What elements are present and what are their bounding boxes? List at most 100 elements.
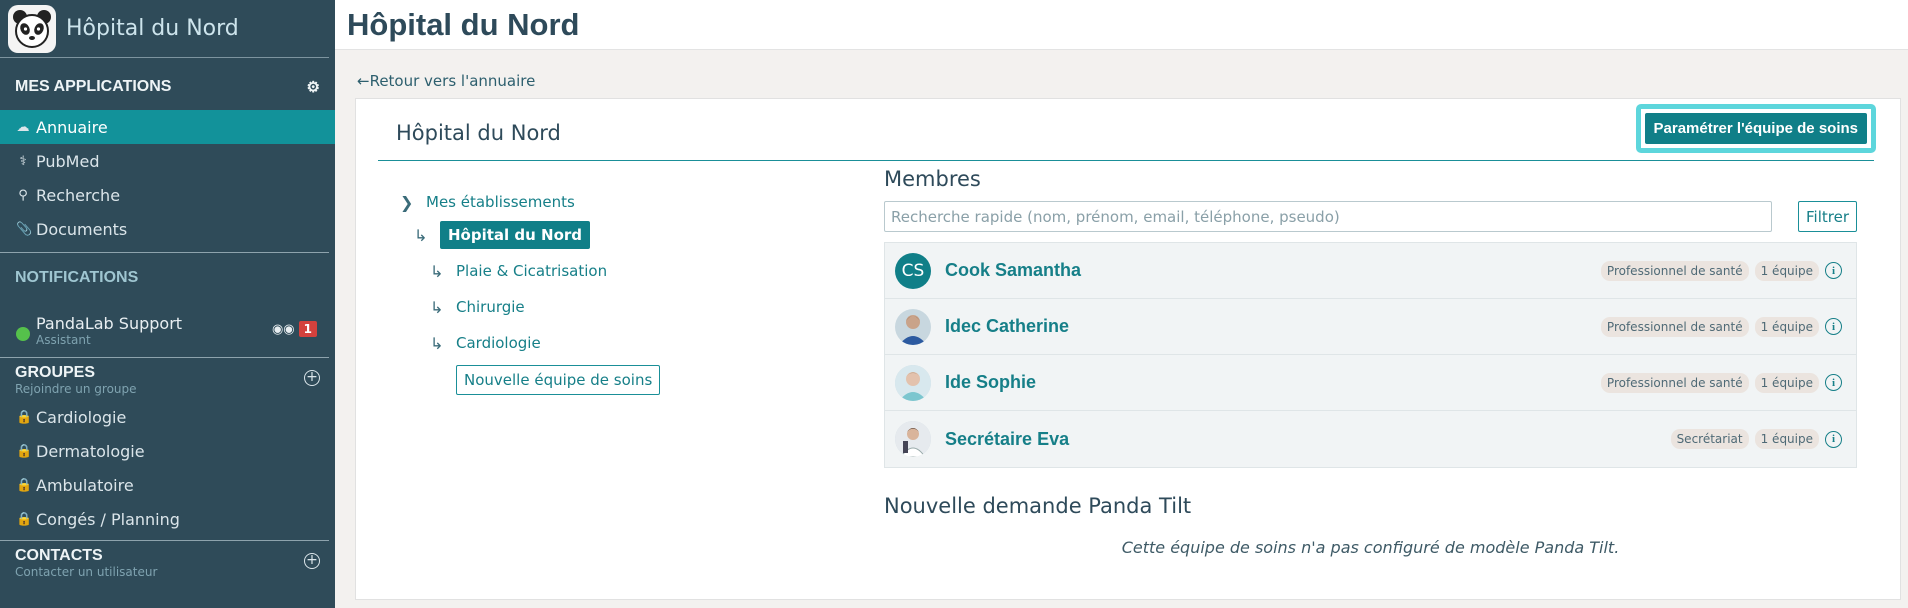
notification-badge: ◉◉ 1 xyxy=(272,321,317,337)
groups-section-title: GROUPES xyxy=(15,364,96,381)
panda-logo-icon xyxy=(8,4,56,53)
member-list: CS Cook Samantha Professionnel de santé … xyxy=(884,242,1857,468)
sidebar-item-label: Ambulatoire xyxy=(36,475,134,495)
tree-item[interactable]: ↳ Cardiologie xyxy=(400,325,660,361)
role-badge: Secrétariat xyxy=(1670,429,1749,449)
tree-root[interactable]: ❯ Mes établissements xyxy=(400,187,660,217)
lock-icon: 🔒 xyxy=(16,511,33,527)
back-to-directory-link[interactable]: ←Retour vers l'annuaire xyxy=(357,72,535,90)
sidebar-item-documents[interactable]: 📎 Documents xyxy=(0,212,335,246)
sidebar-item-label: Cardiologie xyxy=(36,407,127,427)
sidebar-item-recherche[interactable]: ⚲ Recherche xyxy=(0,178,335,212)
paperclip-icon: 📎 xyxy=(16,221,33,237)
arrow-left-icon: ← xyxy=(357,72,370,90)
sub-arrow-icon: ↳ xyxy=(414,225,428,245)
info-icon[interactable]: i xyxy=(1825,430,1842,448)
add-contact-icon[interactable]: + xyxy=(304,553,320,569)
cloud-icon: ☁ xyxy=(16,119,30,135)
apps-section-header: MES APPLICATIONS ⚙ xyxy=(0,58,335,110)
sidebar-item-label: Annuaire xyxy=(36,117,108,137)
sidebar: Hôpital du Nord MES APPLICATIONS ⚙ ☁ Ann… xyxy=(0,0,335,608)
new-care-team-button[interactable]: Nouvelle équipe de soins xyxy=(456,365,661,395)
sidebar-item-group-dermatologie[interactable]: 🔒 Dermatologie xyxy=(0,434,335,468)
role-badge: Professionnel de santé xyxy=(1600,316,1749,337)
sub-arrow-icon: ↳ xyxy=(430,297,444,317)
sidebar-item-label: PubMed xyxy=(36,151,100,171)
notification-pandalab-support[interactable]: PandaLab Support Assistant ◉◉ 1 xyxy=(0,303,335,357)
info-icon[interactable]: i xyxy=(1825,262,1842,279)
notification-subtitle: Assistant xyxy=(36,332,91,347)
contacts-section-header: CONTACTS Contacter un utilisateur + xyxy=(0,541,335,579)
avatar xyxy=(895,364,931,401)
contacts-section-title: CONTACTS xyxy=(15,547,103,564)
tree-item[interactable]: ↳ Plaie & Cicatrisation xyxy=(400,253,660,289)
chevron-right-icon[interactable]: ❯ xyxy=(400,193,426,212)
establishment-tree: ❯ Mes établissements ↳ Hôpital du Nord ↳… xyxy=(400,187,661,399)
role-badge: Professionnel de santé xyxy=(1600,372,1749,393)
sidebar-item-label: Congés / Planning xyxy=(36,509,180,529)
member-name[interactable]: Idec Catherine xyxy=(945,316,1069,337)
sidebar-item-group-cardiologie[interactable]: 🔒 Cardiologie xyxy=(0,400,335,434)
sidebar-item-label: Dermatologie xyxy=(36,441,145,461)
sidebar-item-label: Recherche xyxy=(36,185,121,205)
members-search-input[interactable] xyxy=(884,201,1772,232)
brand-title: Hôpital du Nord xyxy=(66,16,239,41)
avatar xyxy=(895,421,931,457)
member-tags: Professionnel de santé 1 équipe i xyxy=(1600,260,1842,281)
member-row[interactable]: CS Cook Samantha Professionnel de santé … xyxy=(885,243,1856,299)
contact-user-link[interactable]: Contacter un utilisateur xyxy=(15,565,157,579)
lock-icon: 🔒 xyxy=(16,409,33,425)
join-group-link[interactable]: Rejoindre un groupe xyxy=(15,382,137,396)
sidebar-item-group-conges-planning[interactable]: 🔒 Congés / Planning xyxy=(0,502,335,536)
add-group-icon[interactable]: + xyxy=(304,370,320,386)
tree-item-plaie-cicatrisation[interactable]: Plaie & Cicatrisation xyxy=(456,262,607,280)
gear-icon[interactable]: ⚙ xyxy=(307,78,320,96)
tree-item-chirurgie[interactable]: Chirurgie xyxy=(456,298,525,316)
configure-care-team-button[interactable]: Paramétrer l'équipe de soins xyxy=(1644,113,1867,144)
panda-tilt-message: Cette équipe de soins n'a pas configuré … xyxy=(1121,538,1620,557)
member-name[interactable]: Cook Samantha xyxy=(945,260,1081,281)
member-name[interactable]: Ide Sophie xyxy=(945,372,1036,393)
filter-button[interactable]: Filtrer xyxy=(1798,201,1857,232)
team-count-badge: 1 équipe xyxy=(1754,316,1819,337)
member-tags: Professionnel de santé 1 équipe i xyxy=(1600,316,1842,337)
tree-root-label[interactable]: Mes établissements xyxy=(426,193,575,211)
tree-item[interactable]: ↳ Chirurgie xyxy=(400,289,660,325)
member-row[interactable]: Idec Catherine Professionnel de santé 1 … xyxy=(885,299,1856,355)
member-row[interactable]: Ide Sophie Professionnel de santé 1 équi… xyxy=(885,355,1856,411)
tree-item-cardiologie[interactable]: Cardiologie xyxy=(456,334,541,352)
avatar xyxy=(895,308,931,345)
member-name[interactable]: Secrétaire Eva xyxy=(945,429,1069,450)
panda-tilt-title: Nouvelle demande Panda Tilt xyxy=(884,494,1192,518)
role-badge: Professionnel de santé xyxy=(1600,260,1749,281)
card-header: Hôpital du Nord Paramétrer l'équipe de s… xyxy=(378,99,1876,161)
member-tags: Professionnel de santé 1 équipe i xyxy=(1600,372,1842,393)
notifications-section-title: NOTIFICATIONS xyxy=(15,269,139,286)
members-title: Membres xyxy=(884,167,981,191)
tree-new-team-row: Nouvelle équipe de soins xyxy=(400,361,661,399)
sub-arrow-icon: ↳ xyxy=(430,333,444,353)
search-icon: ⚲ xyxy=(18,187,28,203)
card-title: Hôpital du Nord xyxy=(396,121,561,145)
brand[interactable]: Hôpital du Nord xyxy=(0,0,329,58)
sidebar-item-annuaire[interactable]: ☁ Annuaire xyxy=(0,110,335,144)
groups-section-header: GROUPES Rejoindre un groupe + xyxy=(0,358,335,396)
lock-icon: 🔒 xyxy=(16,443,33,459)
sidebar-item-group-ambulatoire[interactable]: 🔒 Ambulatoire xyxy=(0,468,335,502)
tree-item-hopital-du-nord[interactable]: Hôpital du Nord xyxy=(440,221,591,249)
sidebar-item-pubmed[interactable]: ⚕ PubMed xyxy=(0,144,335,178)
sidebar-item-label: Documents xyxy=(36,219,128,239)
info-icon[interactable]: i xyxy=(1825,374,1842,391)
team-count-badge: 1 équipe xyxy=(1754,429,1819,449)
online-status-icon xyxy=(16,327,30,341)
member-row[interactable]: Secrétaire Eva Secrétariat 1 équipe i xyxy=(885,411,1856,467)
members-panel: Membres Filtrer CS Cook Samantha Profess… xyxy=(884,159,1857,557)
establishment-card: Hôpital du Nord Paramétrer l'équipe de s… xyxy=(355,98,1901,600)
apps-section-title: MES APPLICATIONS xyxy=(15,78,172,95)
tree-item-active[interactable]: ↳ Hôpital du Nord xyxy=(400,217,660,253)
sub-arrow-icon: ↳ xyxy=(430,261,444,281)
info-icon[interactable]: i xyxy=(1825,318,1842,335)
main-content: Hôpital du Nord ←Retour vers l'annuaire … xyxy=(335,0,1908,608)
avatar: CS xyxy=(895,252,931,289)
member-tags: Secrétariat 1 équipe i xyxy=(1670,429,1842,449)
